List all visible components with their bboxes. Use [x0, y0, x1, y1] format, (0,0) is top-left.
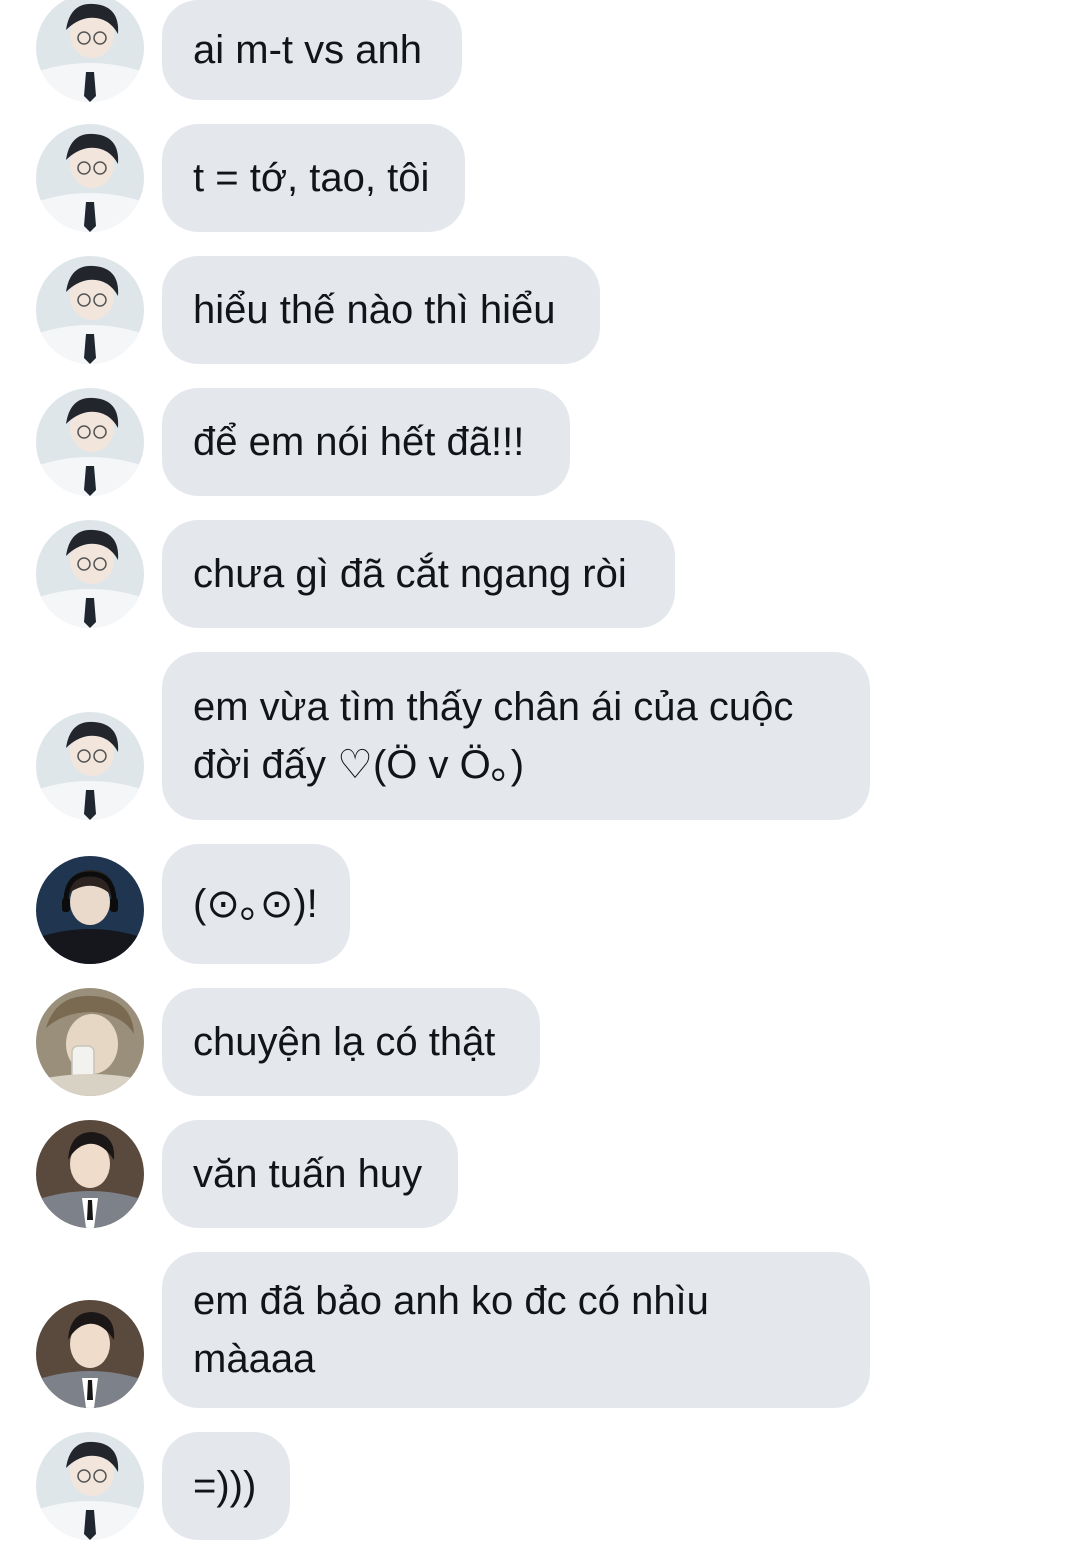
message-text: t = tớ, tao, tôi	[193, 156, 430, 200]
message-row: hiểu thế nào thì hiểu	[0, 256, 1080, 364]
message-text: hiểu thế nào thì hiểu	[193, 288, 556, 332]
message-row: ai m-t vs anh	[0, 0, 1080, 104]
message-row: t = tớ, tao, tôi	[0, 124, 1080, 232]
message-bubble[interactable]: chuyện lạ có thật	[162, 988, 540, 1096]
message-bubble[interactable]: chưa gì đã cắt ngang ròi	[162, 520, 675, 628]
message-bubble[interactable]: em đã bảo anh ko đc có nhìu màaaa	[162, 1252, 870, 1408]
chat-message-list: ai m-t vs anh t = tớ, tao, tôi hiểu thế …	[0, 0, 1080, 1547]
message-text: em vừa tìm thấy chân ái của cuộc đời đấy…	[193, 685, 794, 787]
avatar-boy-glasses-icon	[36, 1432, 144, 1540]
avatar[interactable]	[36, 1120, 144, 1228]
avatar[interactable]	[36, 0, 144, 102]
message-row: =)))	[0, 1432, 1080, 1540]
message-text: để em nói hết đã!!!	[193, 420, 525, 464]
message-row: văn tuấn huy	[0, 1120, 1080, 1228]
message-bubble[interactable]: =)))	[162, 1432, 290, 1540]
avatar-headset-icon	[36, 856, 144, 964]
avatar[interactable]	[36, 712, 144, 820]
message-text: chuyện lạ có thật	[193, 1020, 496, 1064]
message-text: =)))	[193, 1464, 257, 1508]
message-text: (⊙｡⊙)!	[193, 882, 318, 926]
avatar-drinking-icon	[36, 988, 144, 1096]
avatar-boy-glasses-icon	[36, 388, 144, 496]
avatar[interactable]	[36, 856, 144, 964]
message-text: em đã bảo anh ko đc có nhìu màaaa	[193, 1279, 709, 1381]
avatar-boy-glasses-icon	[36, 520, 144, 628]
avatar[interactable]	[36, 388, 144, 496]
message-bubble[interactable]: ai m-t vs anh	[162, 0, 462, 100]
message-row: để em nói hết đã!!!	[0, 388, 1080, 496]
message-bubble[interactable]: hiểu thế nào thì hiểu	[162, 256, 600, 364]
avatar[interactable]	[36, 124, 144, 232]
message-bubble[interactable]: em vừa tìm thấy chân ái của cuộc đời đấy…	[162, 652, 870, 820]
message-row: em đã bảo anh ko đc có nhìu màaaa	[0, 1252, 1080, 1408]
message-text: chưa gì đã cắt ngang ròi	[193, 552, 627, 596]
avatar[interactable]	[36, 256, 144, 364]
avatar-boy-glasses-icon	[36, 256, 144, 364]
avatar[interactable]	[36, 988, 144, 1096]
message-row: chuyện lạ có thật	[0, 988, 1080, 1096]
message-row: chưa gì đã cắt ngang ròi	[0, 520, 1080, 628]
message-text: văn tuấn huy	[193, 1152, 423, 1196]
avatar[interactable]	[36, 1300, 144, 1408]
message-row: (⊙｡⊙)!	[0, 844, 1080, 964]
message-row: em vừa tìm thấy chân ái của cuộc đời đấy…	[0, 652, 1080, 820]
message-bubble[interactable]: để em nói hết đã!!!	[162, 388, 570, 496]
message-bubble[interactable]: (⊙｡⊙)!	[162, 844, 350, 964]
avatar-suit-icon	[36, 1300, 144, 1408]
avatar[interactable]	[36, 1432, 144, 1540]
message-bubble[interactable]: t = tớ, tao, tôi	[162, 124, 465, 232]
avatar-boy-glasses-icon	[36, 124, 144, 232]
avatar-boy-glasses-icon	[36, 712, 144, 820]
avatar[interactable]	[36, 520, 144, 628]
message-text: ai m-t vs anh	[193, 28, 422, 72]
avatar-boy-glasses-icon	[36, 0, 144, 102]
message-bubble[interactable]: văn tuấn huy	[162, 1120, 458, 1228]
avatar-suit-icon	[36, 1120, 144, 1228]
